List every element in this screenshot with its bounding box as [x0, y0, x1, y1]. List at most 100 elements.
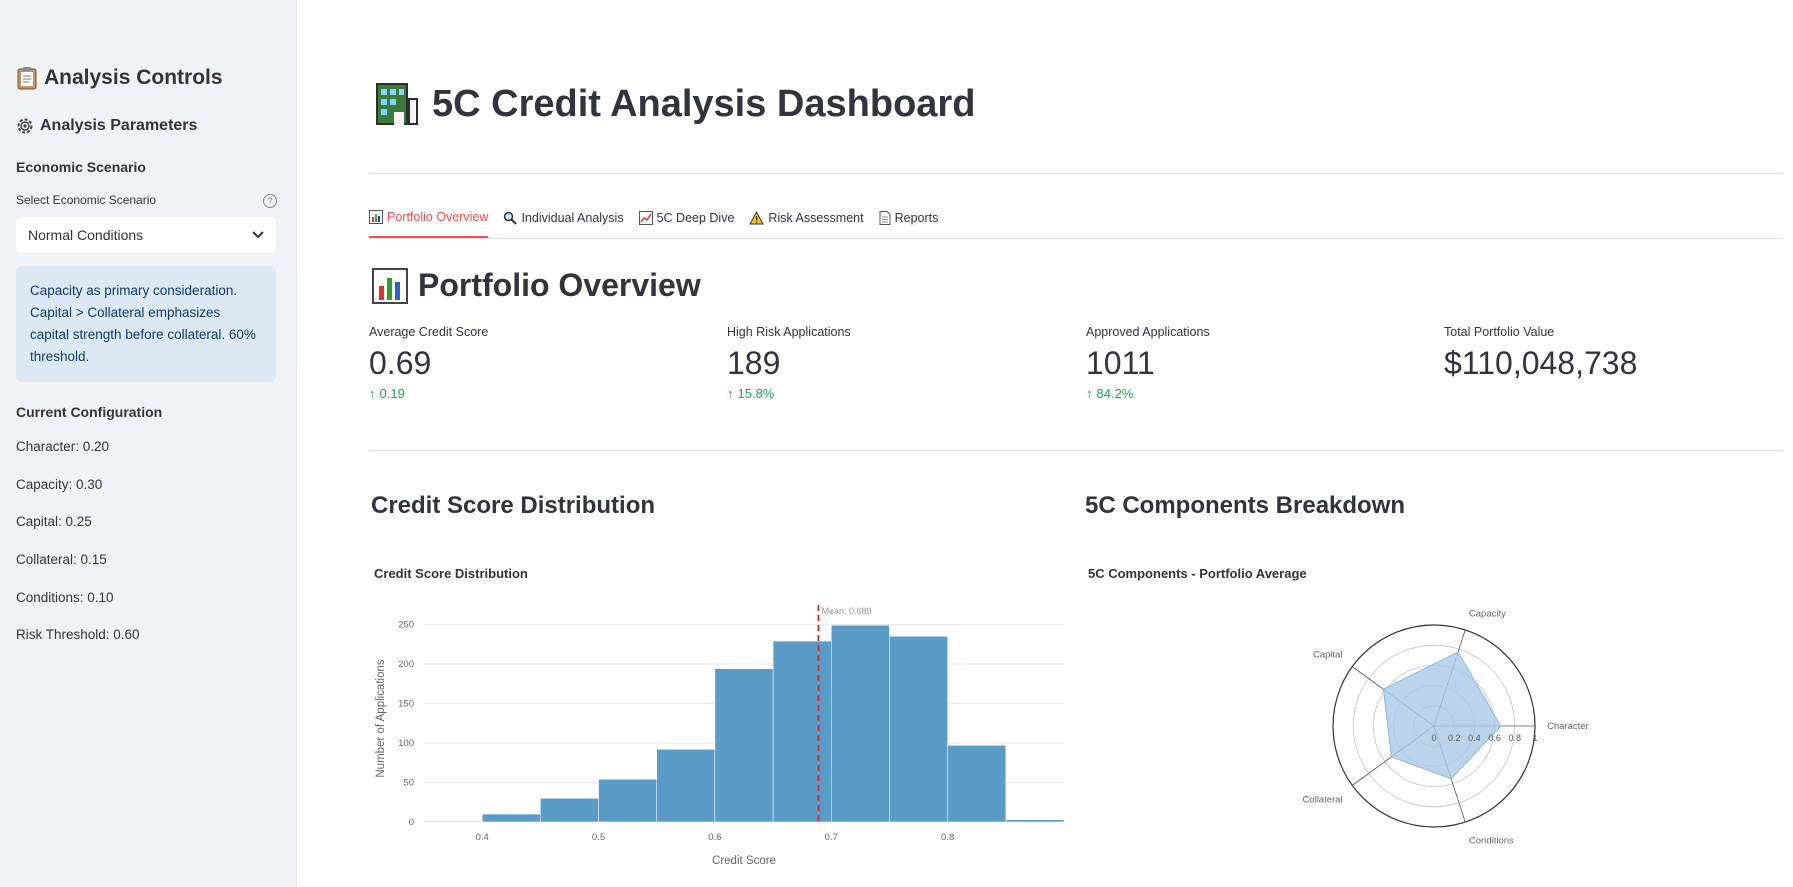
metric-value: $110,048,738	[1444, 345, 1638, 381]
x-tick-label: 0.6	[708, 832, 721, 843]
tab-risk-assessment[interactable]: Risk Assessment	[749, 210, 864, 238]
config-conditions: Conditions: 0.10	[16, 590, 114, 605]
x-tick-label: 0.5	[592, 832, 605, 843]
metric-delta-value: 15.8%	[737, 386, 775, 401]
sidebar: Analysis Controls Analysis Parameters Ec…	[0, 0, 297, 887]
radar-axis-label: Capacity	[1469, 609, 1506, 620]
x-tick-label: 0.8	[941, 832, 954, 843]
trend-chart-icon	[638, 211, 653, 225]
histogram-title: Credit Score Distribution	[374, 566, 528, 581]
warning-icon	[749, 211, 765, 225]
metric-value: 189	[727, 345, 781, 381]
radar-axis-label: Conditions	[1469, 835, 1514, 846]
metric-delta-value: 0.19	[379, 386, 405, 401]
document-icon	[879, 211, 891, 225]
radar-axis-label: Character	[1547, 721, 1589, 732]
y-tick-label: 150	[398, 698, 414, 709]
config-risk-threshold: Risk Threshold: 0.60	[16, 627, 140, 642]
analysis-parameters-heading: Analysis Parameters	[16, 117, 197, 135]
radar-area	[1382, 651, 1502, 780]
config-capital: Capital: 0.25	[16, 514, 92, 529]
histogram-bar	[423, 820, 483, 823]
radar-axis-label: Capital	[1313, 650, 1343, 661]
building-icon	[376, 83, 418, 125]
gear-icon	[17, 118, 33, 134]
radial-tick-label: 0.4	[1468, 733, 1481, 743]
tab-label: 5C Deep Dive	[656, 211, 735, 225]
y-tick-label: 0	[409, 817, 414, 828]
analysis-parameters-text: Analysis Parameters	[40, 117, 198, 134]
title-divider	[369, 173, 1783, 174]
histogram-bar	[540, 798, 599, 823]
arrow-up-icon: ↑	[369, 386, 376, 401]
page-title: 5C Credit Analysis Dashboard	[372, 80, 975, 128]
metric-total-portfolio-value: Total Portfolio Value $110,048,738	[1444, 325, 1637, 382]
scenario-select-value: Normal Conditions	[28, 227, 144, 243]
radar-title: 5C Components - Portfolio Average	[1088, 566, 1307, 581]
help-icon[interactable]: ?	[263, 194, 277, 208]
chevron-down-icon	[252, 231, 264, 239]
tab-individual-analysis[interactable]: Individual Analysis	[503, 210, 624, 238]
tab-underline	[369, 238, 1783, 239]
tab-label: Individual Analysis	[521, 211, 624, 225]
histogram-bar	[947, 745, 1007, 823]
tab-label: Portfolio Overview	[387, 210, 489, 224]
components-radar-chart: 0 0.2 0.4 0.6 0.8 1 Character Capacity Capital Co…	[1302, 609, 1589, 847]
scenario-select-label: Select Economic Scenario	[16, 193, 157, 207]
economic-scenario-heading: Economic Scenario	[16, 159, 146, 175]
y-tick-label: 100	[398, 738, 414, 749]
histogram-bar	[481, 813, 541, 823]
bar-chart-icon	[369, 210, 383, 224]
metric-label: Approved Applications	[1086, 325, 1210, 339]
metric-value: 0.69	[369, 345, 432, 381]
config-capacity: Capacity: 0.30	[16, 477, 103, 492]
arrow-up-icon: ↑	[727, 386, 734, 401]
config-character: Character: 0.20	[16, 439, 110, 454]
metric-average-credit-score: Average Credit Score 0.69 ↑ 0.19	[369, 325, 488, 401]
components-heading: 5C Components Breakdown	[1085, 492, 1406, 519]
metric-label: Average Credit Score	[369, 325, 489, 339]
histogram-bar	[1005, 819, 1065, 823]
tab-reports[interactable]: Reports	[879, 210, 939, 238]
distribution-heading: Credit Score Distribution	[371, 492, 656, 519]
histogram-bar	[656, 749, 716, 823]
scenario-info-box: Capacity as primary consideration. Capit…	[16, 266, 276, 382]
x-tick-label: 0.7	[825, 832, 838, 843]
x-axis-title: Credit Score	[712, 855, 776, 867]
tab-portfolio-overview[interactable]: Portfolio Overview	[369, 210, 489, 238]
sidebar-title-text: Analysis Controls	[44, 66, 223, 89]
histogram-bar	[831, 625, 890, 823]
metric-label: High Risk Applications	[727, 325, 851, 339]
config-collateral: Collateral: 0.15	[16, 552, 107, 567]
x-tick-label: 0.4	[476, 832, 489, 843]
metric-delta: ↑ 0.19	[369, 386, 488, 401]
metric-delta: ↑ 84.2%	[1086, 386, 1210, 401]
radial-tick-label: 1	[1532, 733, 1537, 743]
y-tick-label: 250	[398, 619, 414, 630]
y-tick-label: 50	[403, 777, 414, 788]
mean-label: Mean: 0.689	[821, 606, 871, 616]
metric-label: Total Portfolio Value	[1444, 325, 1555, 339]
metric-delta-value: 84.2%	[1096, 386, 1134, 401]
section-title-text: Portfolio Overview	[418, 267, 701, 303]
metrics-divider	[369, 450, 1783, 451]
y-axis-title: Number of Applications	[375, 659, 387, 778]
tab-5c-deep-dive[interactable]: 5C Deep Dive	[638, 210, 735, 238]
metric-value: 1011	[1086, 345, 1155, 381]
radar-axis-label: Collateral	[1302, 794, 1342, 805]
magnifier-icon	[504, 211, 518, 225]
section-title: Portfolio Overview	[372, 267, 701, 304]
tab-bar: Portfolio Overview Individual Analysis 5…	[369, 210, 953, 238]
credit-score-histogram: 0 50 100 150 200 250 0.4 0.5 0.6 0.7 0.8 Mean: 0.68…	[375, 605, 1065, 867]
current-configuration-heading: Current Configuration	[16, 404, 163, 420]
clipboard-icon	[17, 67, 37, 90]
radial-tick-label: 0	[1431, 733, 1436, 743]
arrow-up-icon: ↑	[1086, 386, 1093, 401]
histogram-bar	[598, 779, 657, 823]
histogram-bar	[714, 668, 774, 823]
metric-high-risk-applications: High Risk Applications 189 ↑ 15.8%	[727, 325, 851, 401]
tab-label: Reports	[894, 211, 939, 225]
sidebar-title: Analysis Controls	[16, 66, 223, 90]
tab-label: Risk Assessment	[768, 211, 864, 225]
scenario-select[interactable]: Normal Conditions	[16, 217, 276, 253]
